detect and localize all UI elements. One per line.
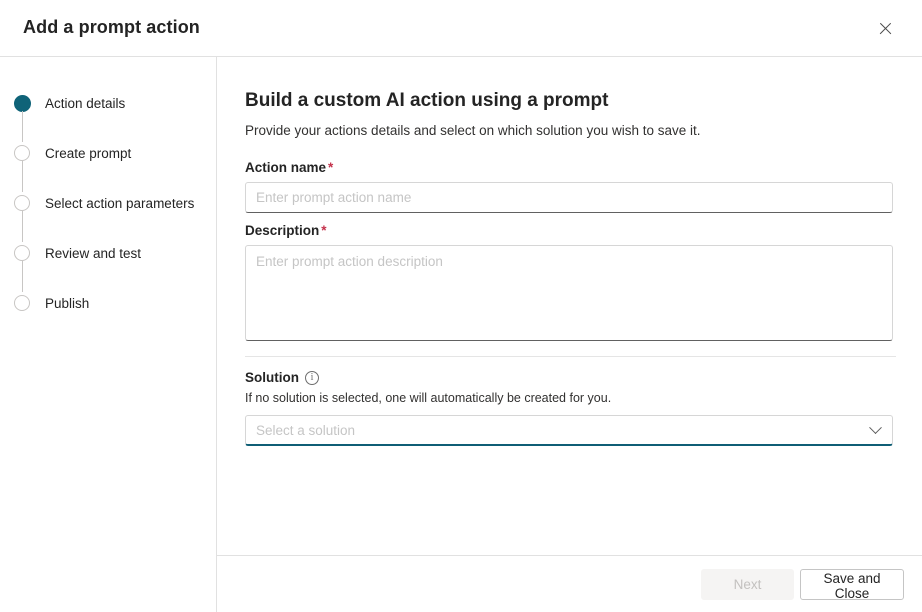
solution-combobox-wrapper bbox=[245, 415, 893, 446]
step-label: Publish bbox=[45, 295, 90, 311]
step-indicator-icon bbox=[14, 145, 30, 161]
required-marker: * bbox=[328, 160, 334, 175]
chevron-down-icon[interactable] bbox=[869, 421, 882, 437]
info-icon[interactable]: i bbox=[305, 370, 319, 385]
dialog-header: Add a prompt action bbox=[0, 0, 922, 57]
step-label: Select action parameters bbox=[45, 195, 195, 211]
wizard-sidebar: Action details Create prompt Select acti… bbox=[0, 57, 217, 612]
solution-label: Solution bbox=[245, 370, 299, 385]
solution-hint-text: If no solution is selected, one will aut… bbox=[245, 391, 612, 405]
description-label: Description * bbox=[245, 223, 893, 238]
step-indicator-icon bbox=[14, 295, 30, 311]
solution-combobox-input[interactable] bbox=[245, 415, 893, 446]
solution-label-row: Solution i bbox=[245, 370, 893, 385]
description-textarea[interactable] bbox=[245, 245, 893, 341]
step-connector-line bbox=[22, 111, 24, 142]
step-indicator-icon bbox=[14, 245, 30, 261]
solution-field-group: Solution i If no solution is selected, o… bbox=[245, 370, 893, 446]
dialog-footer: Next Save and Close bbox=[217, 555, 922, 612]
page-title: Build a custom AI action using a prompt bbox=[245, 90, 609, 111]
step-connector-line bbox=[22, 161, 24, 192]
sidebar-step-select-action-parameters[interactable]: Select action parameters bbox=[14, 193, 195, 242]
step-label: Review and test bbox=[45, 245, 142, 261]
step-label: Action details bbox=[45, 95, 126, 111]
action-name-field-group: Action name * bbox=[245, 160, 893, 213]
sidebar-step-action-details[interactable]: Action details bbox=[14, 93, 194, 142]
description-field-group: Description * bbox=[245, 223, 893, 346]
step-connector-line bbox=[22, 211, 24, 242]
main-content: Build a custom AI action using a prompt … bbox=[217, 57, 922, 555]
action-name-label: Action name * bbox=[245, 160, 893, 175]
sidebar-step-create-prompt[interactable]: Create prompt bbox=[14, 143, 194, 192]
dialog-title: Add a prompt action bbox=[23, 17, 200, 37]
description-label-text: Description bbox=[245, 223, 320, 238]
step-indicator-icon bbox=[14, 195, 30, 211]
action-name-input[interactable] bbox=[245, 182, 893, 213]
add-prompt-action-dialog: Add a prompt action Action details Creat… bbox=[0, 0, 922, 612]
sidebar-step-publish[interactable]: Publish bbox=[14, 293, 194, 313]
next-button[interactable]: Next bbox=[701, 569, 794, 600]
required-marker: * bbox=[321, 223, 327, 238]
close-button[interactable] bbox=[868, 11, 902, 45]
save-and-close-button[interactable]: Save and Close bbox=[800, 569, 904, 601]
page-subtitle: Provide your actions details and select … bbox=[245, 123, 701, 138]
step-connector-line bbox=[22, 261, 24, 292]
step-indicator-icon bbox=[14, 94, 31, 112]
action-name-label-text: Action name bbox=[245, 160, 327, 175]
wizard-step-list: Action details Create prompt Select acti… bbox=[14, 93, 194, 313]
sidebar-step-review-and-test[interactable]: Review and test bbox=[14, 243, 194, 292]
close-icon bbox=[878, 21, 893, 36]
step-label: Create prompt bbox=[45, 145, 132, 161]
section-divider bbox=[245, 356, 896, 357]
